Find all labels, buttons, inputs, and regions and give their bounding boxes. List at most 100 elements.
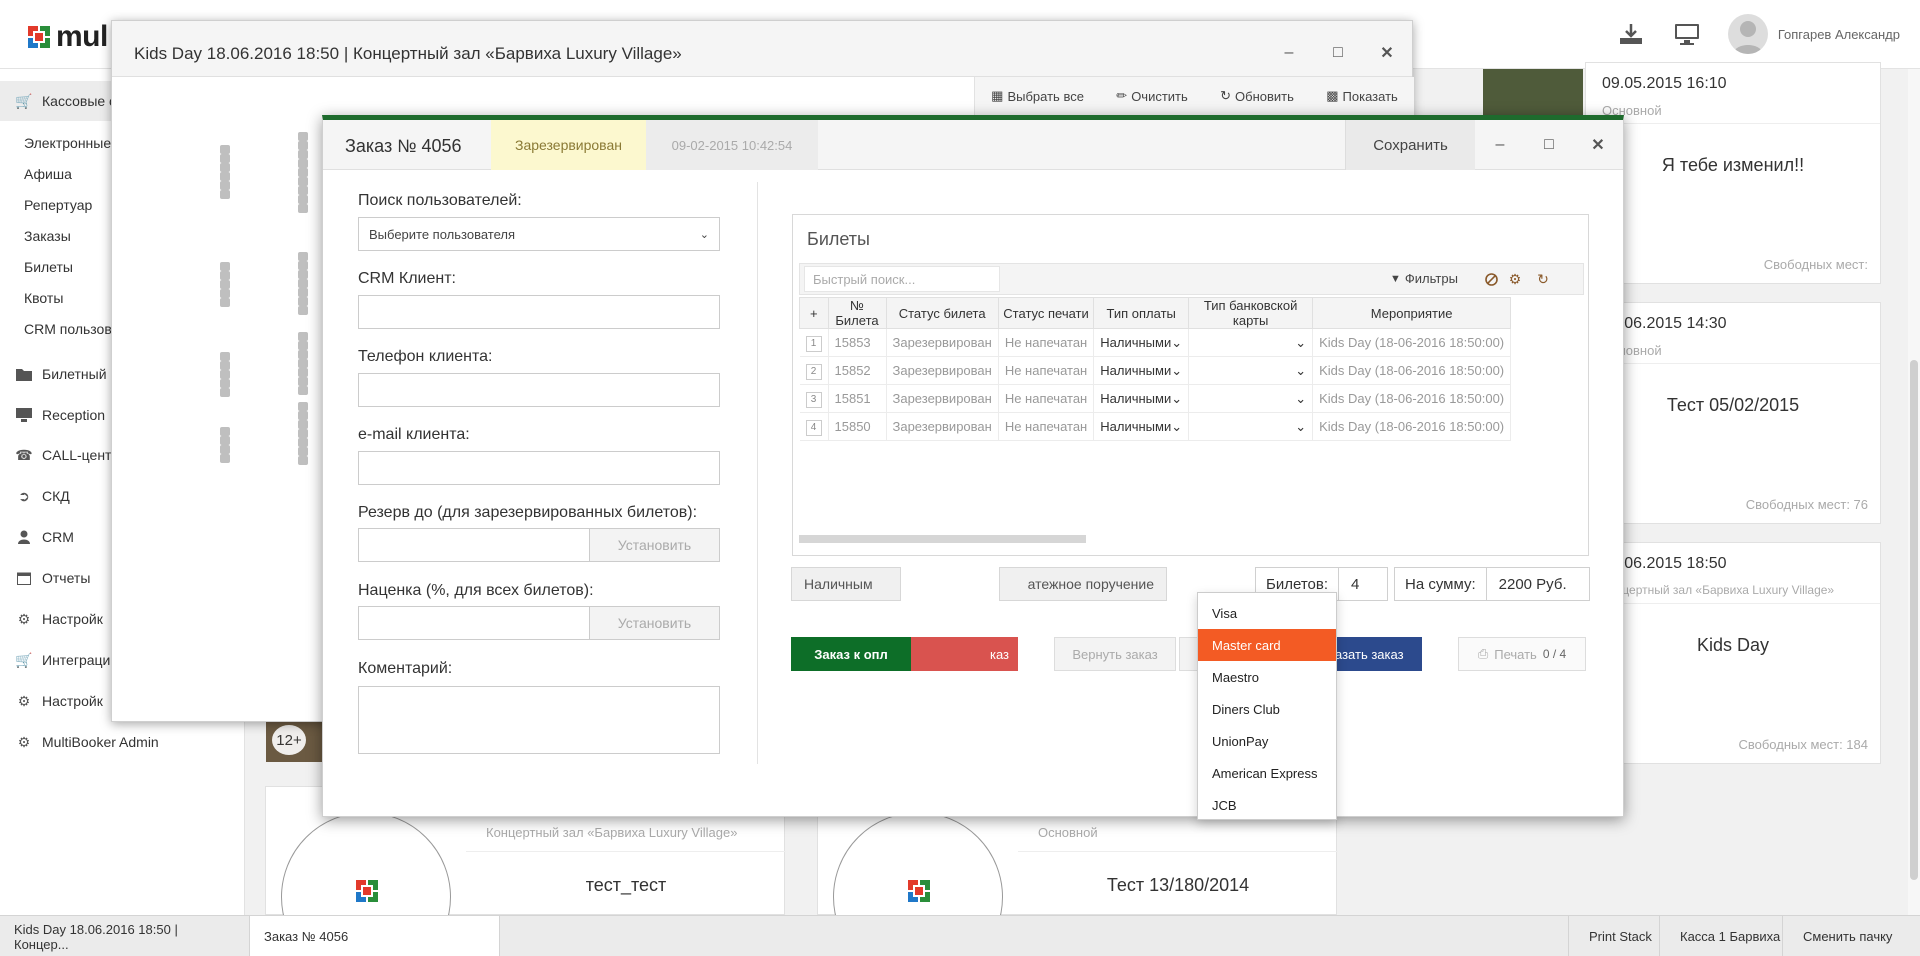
email-field[interactable] [358,451,720,485]
column-header-event[interactable]: Мероприятие [1312,297,1512,329]
seat[interactable] [298,186,308,195]
seat[interactable] [298,279,308,288]
column-header-card-type[interactable]: Тип банковской карты [1188,297,1314,329]
seat[interactable] [298,359,308,368]
window-titlebar[interactable]: Kids Day 18.06.2016 18:50 | Концертный з… [112,21,1412,77]
card-type-select[interactable]: ⌄ [1188,356,1314,385]
return-order-button[interactable]: Вернуть заказ [1054,637,1176,671]
dropdown-option-mastercard[interactable]: Master card [1198,629,1336,661]
maximize-icon[interactable]: □ [1537,133,1561,157]
seat[interactable] [220,271,230,280]
show-button[interactable]: ▩ Показать [1326,88,1398,104]
comment-textarea[interactable] [358,686,720,754]
dropdown-option-amex[interactable]: American Express [1198,757,1336,789]
seat[interactable] [220,289,230,298]
clear-button[interactable]: ✏ Очистить [1116,88,1188,104]
seat[interactable] [220,388,230,397]
dropdown-option-maestro[interactable]: Maestro [1198,661,1336,693]
seat[interactable] [220,145,230,154]
payment-transfer-button[interactable]: атежное поручение [999,567,1167,601]
seat[interactable] [298,438,308,447]
sidebar-subitem-crm-users[interactable]: CRM пользов [24,321,112,337]
payment-type-select[interactable]: Наличными ⌄ [1093,328,1190,357]
cashbox-button[interactable]: Касса 1 Барвиха [1659,916,1800,956]
minimize-icon[interactable]: – [1488,133,1512,157]
seat[interactable] [298,341,308,350]
close-icon[interactable]: ✕ [1375,41,1399,65]
ban-icon[interactable] [1482,270,1500,288]
gears-icon[interactable]: ⚙ [1506,270,1524,288]
phone-field[interactable] [358,373,720,407]
seat[interactable] [298,368,308,377]
seat[interactable] [298,402,308,411]
select-all-button[interactable]: ▦ Выбрать все [991,88,1084,104]
sidebar-subitem-tickets[interactable]: Билеты [24,259,73,275]
seat[interactable] [220,190,230,199]
order-to-pay-button[interactable]: Заказ к опл [791,637,911,671]
seat[interactable] [220,379,230,388]
app-logo[interactable]: mul [28,20,108,54]
seat[interactable] [298,270,308,279]
payment-type-select[interactable]: Наличными ⌄ [1093,412,1190,441]
sidebar-subitem-orders[interactable]: Заказы [24,228,71,244]
seat[interactable] [220,427,230,436]
seat[interactable] [298,306,308,315]
payment-type-select[interactable]: Наличными ⌄ [1093,384,1190,413]
seat[interactable] [298,252,308,261]
payment-cash-button[interactable]: Наличным [791,567,901,601]
seat[interactable] [298,297,308,306]
seat[interactable] [298,261,308,270]
event-card[interactable]: 09.05.2015 16:10 Основной Я тебе изменил… [1585,62,1881,284]
seat[interactable] [298,141,308,150]
taskbar-item-hall-map[interactable]: Kids Day 18.06.2016 18:50 | Концер... [0,916,250,956]
table-row[interactable]: 1 15853 Зарезервирован Не напечатан Нали… [799,328,1512,357]
print-button[interactable]: ⎙ Печать 0 / 4 [1458,637,1586,671]
table-horizontal-scrollbar[interactable] [799,535,1086,543]
card-type-select[interactable]: ⌄ [1188,412,1314,441]
sidebar-subitem-afisha[interactable]: Афиша [24,166,72,182]
refresh-button[interactable]: ↻ Обновить [1220,88,1294,104]
reserve-set-button[interactable]: Установить [590,528,720,562]
seat[interactable] [298,332,308,341]
maximize-icon[interactable]: □ [1326,41,1350,65]
column-header-add[interactable]: + [799,297,829,329]
column-header-ticket-status[interactable]: Статус билета [885,297,999,329]
sidebar-subitem-repertoire[interactable]: Репертуар [24,197,92,213]
page-scrollbar-thumb[interactable] [1910,360,1918,880]
seat[interactable] [298,288,308,297]
column-header-print-status[interactable]: Статус печати [997,297,1095,329]
seat[interactable] [298,377,308,386]
seat[interactable] [220,361,230,370]
seat[interactable] [298,386,308,395]
seat[interactable] [298,350,308,359]
dropdown-option-visa[interactable]: Visa [1198,597,1336,629]
table-row[interactable]: 3 15851 Зарезервирован Не напечатан Нали… [799,384,1512,413]
taskbar-item-order[interactable]: Заказ № 4056 [250,916,500,956]
refresh-icon[interactable]: ↻ [1534,270,1552,288]
close-icon[interactable]: ✕ [1586,133,1610,157]
event-card[interactable]: 03.06.2015 14:30 Основной Тест 05/02/201… [1585,302,1881,524]
reserve-until-field[interactable] [358,528,590,562]
cancel-order-button[interactable]: каз [911,637,1018,671]
seat[interactable] [298,132,308,141]
seat[interactable] [220,436,230,445]
dropdown-option-diners[interactable]: Diners Club [1198,693,1336,725]
card-type-select[interactable]: ⌄ [1188,384,1314,413]
seat[interactable] [298,429,308,438]
card-type-select[interactable]: ⌄ [1188,328,1314,357]
seat[interactable] [220,454,230,463]
seat[interactable] [298,447,308,456]
seat[interactable] [220,262,230,271]
table-row[interactable]: 4 15850 Зарезервирован Не напечатан Нали… [799,412,1512,441]
markup-field[interactable] [358,606,590,640]
seat[interactable] [298,420,308,429]
window-titlebar[interactable]: Заказ № 4056 Зарезервирован 09-02-2015 1… [323,120,1623,170]
monitor-icon[interactable] [1672,19,1702,49]
seat[interactable] [220,280,230,289]
change-pack-button[interactable]: Сменить пачку [1782,916,1912,956]
dropdown-option-jcb[interactable]: JCB [1198,789,1336,821]
seat[interactable] [220,154,230,163]
seat[interactable] [298,150,308,159]
print-stack-button[interactable]: Print Stack [1568,916,1672,956]
column-header-ticket-number[interactable]: № Билета [827,297,887,329]
